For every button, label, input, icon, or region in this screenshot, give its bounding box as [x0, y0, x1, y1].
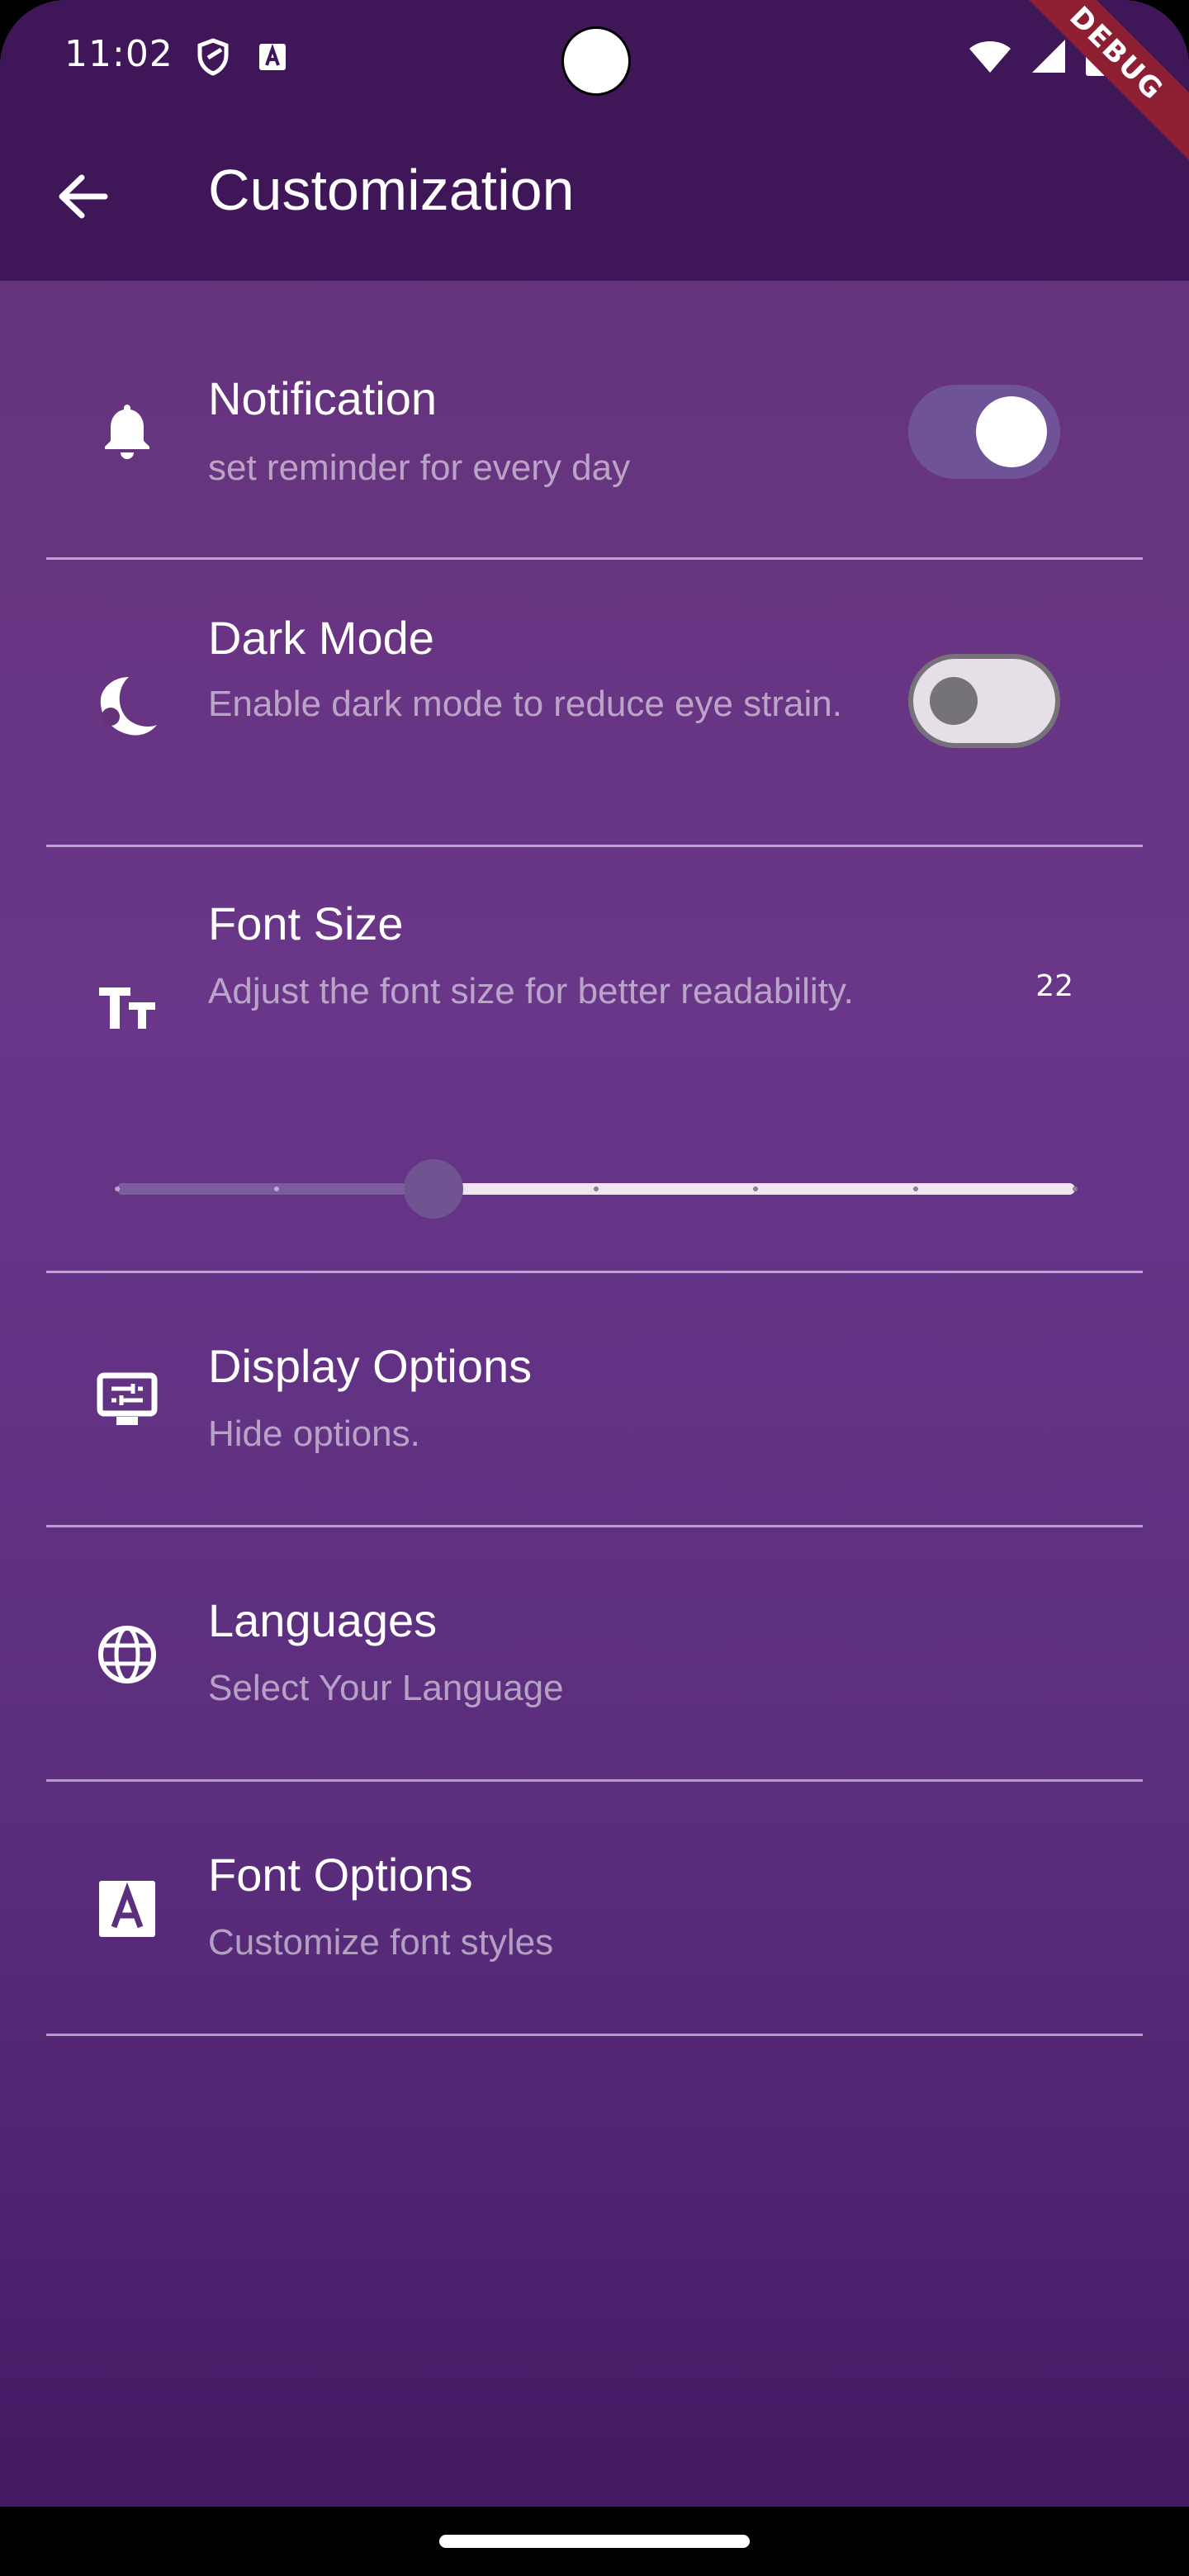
display-settings-icon	[94, 1367, 160, 1433]
text-size-icon	[94, 974, 160, 1040]
page-title: Customization	[208, 158, 575, 222]
switch-thumb	[930, 677, 978, 725]
debug-banner: DEBUG	[994, 0, 1189, 176]
wifi-icon	[968, 38, 1012, 78]
app-header: 11:02 DEBUG Customization	[0, 0, 1189, 281]
font-size-slider[interactable]	[115, 1156, 1078, 1222]
dark-mode-subtitle: Enable dark mode to reduce eye strain.	[208, 684, 843, 724]
font-options-title: Font Options	[208, 1849, 473, 1901]
slider-handle[interactable]	[403, 1159, 463, 1219]
setting-display-options[interactable]: Display Options Hide options.	[46, 1273, 1143, 1527]
front-camera	[561, 26, 631, 96]
setting-languages[interactable]: Languages Select Your Language	[46, 1527, 1143, 1782]
slider-tick	[115, 1186, 120, 1191]
home-gesture-handle[interactable]	[439, 2535, 750, 2548]
dark-mode-title: Dark Mode	[208, 612, 434, 664]
moon-icon	[94, 672, 160, 738]
setting-font-options[interactable]: Font Options Customize font styles	[46, 1782, 1143, 2036]
globe-icon	[94, 1622, 160, 1688]
font-options-subtitle: Customize font styles	[208, 1922, 554, 1963]
font-size-title: Font Size	[208, 897, 404, 949]
keyboard-a-icon	[258, 42, 287, 75]
slider-tick	[912, 1186, 918, 1191]
shield-icon	[197, 38, 230, 79]
setting-notification[interactable]: Notification set reminder for every day	[46, 281, 1143, 560]
slider-tick	[1073, 1186, 1078, 1191]
phone-screen: 11:02 DEBUG Customization Notification s…	[0, 0, 1189, 2576]
cell-signal-icon	[1030, 38, 1067, 78]
switch-thumb	[976, 396, 1047, 467]
font-size-subtitle: Adjust the font size for better readabil…	[208, 971, 854, 1011]
notification-subtitle: set reminder for every day	[208, 447, 631, 488]
setting-font-size[interactable]: Font Size Adjust the font size for bette…	[46, 847, 1143, 1273]
font-a-icon	[94, 1876, 160, 1942]
bell-icon	[94, 398, 160, 464]
arrow-back-icon	[57, 174, 108, 222]
status-time: 11:02	[64, 33, 173, 75]
dark-mode-switch[interactable]	[908, 654, 1060, 748]
setting-dark-mode[interactable]: Dark Mode Enable dark mode to reduce eye…	[46, 560, 1143, 847]
font-size-value: 22	[1035, 969, 1073, 1003]
settings-list: Notification set reminder for every day …	[46, 281, 1143, 2036]
notification-switch[interactable]	[908, 385, 1060, 479]
status-left-icons	[197, 38, 287, 79]
slider-tick	[594, 1186, 599, 1191]
notification-title: Notification	[208, 372, 438, 424]
languages-subtitle: Select Your Language	[208, 1668, 564, 1708]
languages-title: Languages	[208, 1594, 438, 1646]
display-options-title: Display Options	[208, 1340, 533, 1392]
display-options-subtitle: Hide options.	[208, 1413, 420, 1454]
back-button[interactable]	[50, 165, 116, 231]
